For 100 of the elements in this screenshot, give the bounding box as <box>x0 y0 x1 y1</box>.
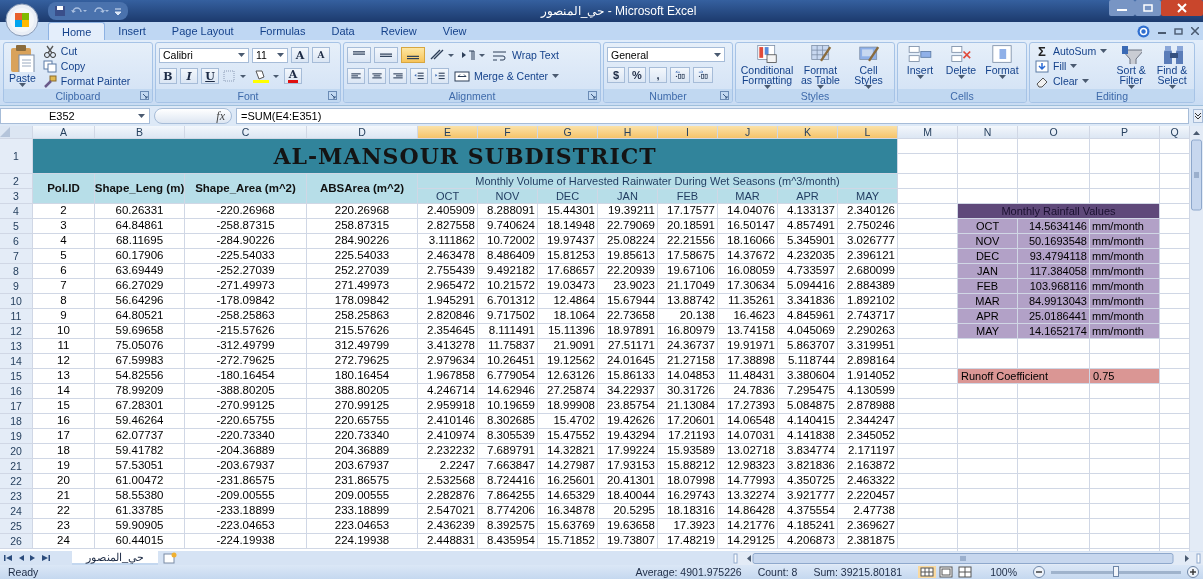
copy-button[interactable]: Copy <box>40 59 133 73</box>
ribbon-tab[interactable]: Formulas <box>246 22 319 40</box>
column-header[interactable]: O <box>1018 126 1090 139</box>
first-sheet-icon[interactable] <box>4 554 12 562</box>
dialog-launcher-icon[interactable] <box>588 91 597 100</box>
row-header[interactable]: 7 <box>0 249 33 264</box>
formula-field[interactable]: =SUM(E4:E351) <box>236 108 1189 124</box>
column-header[interactable]: L <box>838 126 898 139</box>
cut-button[interactable]: Cut <box>40 44 133 58</box>
zoom-in-icon[interactable] <box>1187 566 1199 578</box>
name-box[interactable]: E352 <box>0 108 150 124</box>
font-family-dropdown[interactable]: Calibri <box>159 47 249 63</box>
insert-cells-button[interactable]: Insert <box>901 44 939 80</box>
row-header[interactable]: 24 <box>0 504 33 519</box>
delete-cells-button[interactable]: Delete <box>942 44 980 80</box>
column-header[interactable]: J <box>718 126 778 139</box>
zoom-level[interactable]: 100% <box>990 566 1017 578</box>
row-header[interactable]: 2 <box>0 174 33 189</box>
expand-formula-bar-icon[interactable] <box>1193 109 1203 123</box>
column-header[interactable]: C <box>185 126 307 139</box>
column-header[interactable]: P <box>1090 126 1160 139</box>
currency-button[interactable]: $ <box>607 67 625 83</box>
align-right-icon[interactable] <box>389 68 407 84</box>
decrease-decimal-icon[interactable] <box>693 67 713 83</box>
row-header[interactable]: 14 <box>0 354 33 369</box>
align-top-icon[interactable] <box>347 47 371 63</box>
font-color-button[interactable]: A <box>284 68 302 84</box>
row-header[interactable]: 19 <box>0 429 33 444</box>
column-header[interactable]: B <box>95 126 185 139</box>
customize-toolbar-icon[interactable] <box>114 6 122 16</box>
ribbon-tab[interactable]: Home <box>48 22 106 40</box>
insert-function-button[interactable]: fx <box>154 108 232 124</box>
row-header[interactable]: 17 <box>0 399 33 414</box>
row-header[interactable]: 18 <box>0 414 33 429</box>
restore-icon[interactable] <box>1174 27 1183 35</box>
restore-icon[interactable] <box>1135 0 1161 16</box>
normal-view-icon[interactable] <box>918 566 937 578</box>
merge-center-button[interactable]: Merge & Center <box>452 69 562 83</box>
column-header[interactable]: Q <box>1160 126 1190 139</box>
format-painter-button[interactable]: Format Painter <box>40 74 133 88</box>
last-sheet-icon[interactable] <box>42 554 50 562</box>
dialog-launcher-icon[interactable] <box>328 91 337 100</box>
row-header[interactable]: 11 <box>0 309 33 324</box>
row-header[interactable]: 9 <box>0 279 33 294</box>
column-header[interactable]: F <box>478 126 538 139</box>
row-header[interactable]: 8 <box>0 264 33 279</box>
align-center-icon[interactable] <box>368 68 386 84</box>
save-icon[interactable] <box>54 5 66 17</box>
ribbon-tab[interactable]: View <box>429 22 480 40</box>
ribbon-tab[interactable]: Insert <box>105 22 159 40</box>
italic-button[interactable]: I <box>180 68 198 84</box>
horizontal-scrollbar[interactable] <box>733 551 1203 565</box>
column-header[interactable]: I <box>658 126 718 139</box>
row-header[interactable]: 3 <box>0 189 33 204</box>
row-header[interactable]: 15 <box>0 369 33 384</box>
paragraph-direction-icon[interactable] <box>459 47 487 63</box>
page-layout-view-icon[interactable] <box>937 566 956 578</box>
row-header[interactable]: 6 <box>0 234 33 249</box>
increase-indent-icon[interactable] <box>431 68 449 84</box>
row-header[interactable]: 23 <box>0 489 33 504</box>
grow-font-button[interactable]: A <box>291 47 309 63</box>
sort-filter-button[interactable]: Sort & Filter <box>1112 44 1151 90</box>
find-select-button[interactable]: Find & Select <box>1153 44 1191 90</box>
column-header[interactable]: K <box>778 126 838 139</box>
dialog-launcher-icon[interactable] <box>140 91 149 100</box>
column-header[interactable]: E <box>418 126 478 139</box>
row-header[interactable]: 21 <box>0 459 33 474</box>
wrap-text-button[interactable]: Wrap Text <box>490 48 561 62</box>
ribbon-tab[interactable]: Page Layout <box>158 22 247 40</box>
vertical-scrollbar[interactable] <box>1190 126 1203 551</box>
row-header[interactable]: 5 <box>0 219 33 234</box>
align-left-icon[interactable] <box>347 68 365 84</box>
format-cells-button[interactable]: Format <box>983 44 1021 80</box>
increase-decimal-icon[interactable] <box>670 67 690 83</box>
row-header[interactable]: 10 <box>0 294 33 309</box>
row-header[interactable]: 16 <box>0 384 33 399</box>
paste-button[interactable]: Paste <box>7 44 38 88</box>
column-header[interactable]: A <box>33 126 95 139</box>
column-header[interactable]: D <box>307 126 418 139</box>
dialog-launcher-icon[interactable] <box>720 91 729 100</box>
row-header[interactable]: 20 <box>0 444 33 459</box>
row-header[interactable]: 26 <box>0 534 33 549</box>
shrink-font-button[interactable]: A <box>312 47 330 63</box>
row-header[interactable]: 25 <box>0 519 33 534</box>
ribbon-tab[interactable]: Review <box>367 22 430 40</box>
font-size-dropdown[interactable]: 11 <box>252 47 288 63</box>
decrease-indent-icon[interactable] <box>410 68 428 84</box>
column-header[interactable]: N <box>958 126 1018 139</box>
fill-color-icon[interactable] <box>251 68 281 84</box>
clear-button[interactable]: Clear <box>1033 74 1110 88</box>
row-header[interactable]: 1 <box>0 139 33 174</box>
row-header[interactable]: 4 <box>0 204 33 219</box>
ribbon-tab[interactable]: Data <box>318 22 368 40</box>
page-break-view-icon[interactable] <box>956 566 975 578</box>
zoom-out-icon[interactable] <box>1033 566 1045 578</box>
column-header[interactable]: G <box>538 126 598 139</box>
fill-button[interactable]: Fill <box>1033 59 1110 73</box>
align-middle-icon[interactable] <box>374 47 398 63</box>
next-sheet-icon[interactable] <box>30 554 36 562</box>
close-icon[interactable] <box>1191 27 1199 35</box>
